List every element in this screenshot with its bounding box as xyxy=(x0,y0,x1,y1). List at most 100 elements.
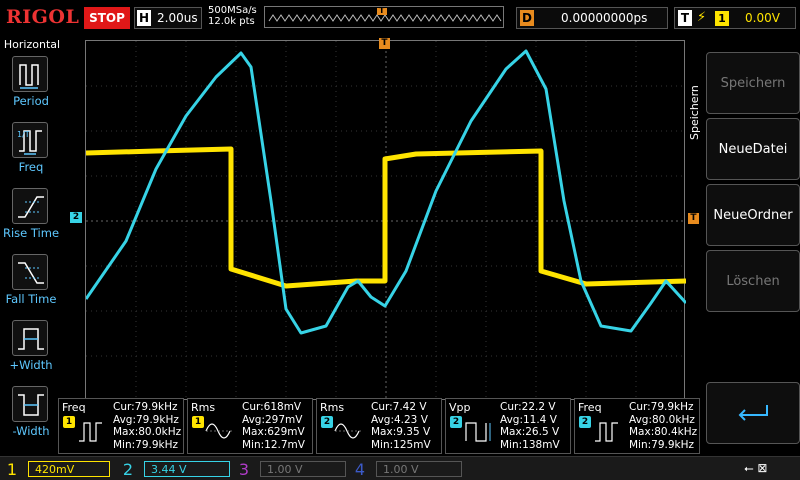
measurement-max: Max:80.0kHz xyxy=(113,426,182,438)
freq-icon xyxy=(595,422,618,442)
measurement-min: Min:125mV xyxy=(371,438,431,451)
measurement-max: Max:26.5 V xyxy=(500,426,560,438)
measurement-avg: Avg:79.9kHz xyxy=(113,413,179,426)
speichern-button[interactable]: Speichern xyxy=(706,52,800,114)
freq-icon: 1/T xyxy=(12,122,48,158)
measurement-card[interactable]: Vpp 2 Cur:22.2 V Avg:11.4 V Max:26.5 V M… xyxy=(445,398,571,454)
delay-key: D xyxy=(520,10,534,26)
horizontal-measure-menu: Horizontal Period 1/T Freq Rise Time Fal… xyxy=(0,36,62,456)
measurement-card[interactable]: Rms 1 Cur:618mV Avg:297mV Max:629mV Min:… xyxy=(187,398,313,454)
right-menu-title: Speichern xyxy=(688,85,701,140)
trigger-position-marker[interactable]: T xyxy=(379,38,390,49)
measure-label-period: Period xyxy=(13,94,49,108)
memory-timeline[interactable]: T xyxy=(264,6,504,28)
measure-item-fall-time[interactable]: Fall Time xyxy=(0,254,62,318)
channel-3-status[interactable]: 3 1.00 V xyxy=(234,459,346,479)
channel-1-number: 1 xyxy=(6,459,18,479)
measurement-values: Cur:79.9kHz Avg:80.0kHz Max:80.4kHz Min:… xyxy=(629,401,697,451)
measurement-max: Max:629mV xyxy=(242,426,305,438)
measurement-cur: Cur:618mV xyxy=(242,401,302,413)
measure-item-freq[interactable]: 1/T Freq xyxy=(0,122,62,186)
save-menu: Speichern Speichern NeueDatei NeueOrdner… xyxy=(688,36,800,456)
memory-depth: 12.0k pts xyxy=(208,16,255,27)
measurement-values: Cur:79.9kHz Avg:79.9kHz Max:80.0kHz Min:… xyxy=(113,401,181,451)
measurement-min: Min:12.7mV xyxy=(242,438,305,451)
measure-item-rise-time[interactable]: Rise Time xyxy=(0,188,62,252)
measurement-values: Cur:618mV Avg:297mV Max:629mV Min:12.7mV xyxy=(242,401,305,451)
measurement-card[interactable]: Freq 2 Cur:79.9kHz Avg:80.0kHz Max:80.4k… xyxy=(574,398,700,454)
acquisition-info: 500MSa/s 12.0k pts xyxy=(208,5,257,27)
rise-time-icon xyxy=(12,188,48,224)
channel-4-status[interactable]: 4 1.00 V xyxy=(350,459,462,479)
measurement-avg: Avg:11.4 V xyxy=(500,413,557,426)
fall-time-icon xyxy=(12,254,48,290)
trigger-source: 1 xyxy=(715,11,729,26)
measure-label-fall-time: Fall Time xyxy=(5,292,57,306)
brand-logo: RIGOL xyxy=(6,6,80,28)
measurement-avg: Avg:80.0kHz xyxy=(629,413,695,426)
measure-label-positive-width: +Width xyxy=(9,358,53,372)
measurement-max: Max:80.4kHz xyxy=(629,426,698,438)
timeline-trigger-marker: T xyxy=(379,6,385,15)
measurement-card[interactable]: Rms 2 Cur:7.42 V Avg:4.23 V Max:9.35 V M… xyxy=(316,398,442,454)
measurement-min: Min:79.9kHz xyxy=(629,438,695,451)
vpp-icon xyxy=(465,422,491,442)
channel-2-scale: 3.44 V xyxy=(144,461,230,477)
trigger-box[interactable]: T ⚡ 1 0.00V xyxy=(674,7,796,29)
period-icon xyxy=(12,56,48,92)
top-status-bar: RIGOL STOP H 2.00us 500MSa/s 12.0k pts T… xyxy=(0,0,800,36)
neue-datei-button[interactable]: NeueDatei xyxy=(706,118,800,180)
return-button[interactable] xyxy=(706,382,800,444)
measure-item-period[interactable]: Period xyxy=(0,56,62,120)
measure-item-negative-width[interactable]: -Width xyxy=(0,386,62,450)
trigger-level: 0.00V xyxy=(745,11,780,25)
timebase-key: H xyxy=(137,10,151,26)
channel-1-status[interactable]: 1 420mV xyxy=(2,459,110,479)
measurement-cur: Cur:79.9kHz xyxy=(113,401,178,413)
channel-3-number: 3 xyxy=(238,459,250,479)
measurement-max: Max:9.35 V xyxy=(371,426,431,438)
measurement-values: Cur:22.2 V Avg:11.4 V Max:26.5 V Min:138… xyxy=(500,401,560,451)
measure-label-freq: Freq xyxy=(18,160,44,174)
memory-waveform-preview xyxy=(268,8,502,22)
measurement-min: Min:138mV xyxy=(500,438,560,451)
ch2-ground-marker[interactable]: 2 xyxy=(70,212,82,223)
measurement-avg: Avg:297mV xyxy=(242,413,303,426)
measurement-values: Cur:7.42 V Avg:4.23 V Max:9.35 V Min:125… xyxy=(371,401,431,451)
trigger-edge-icon: ⚡ xyxy=(697,10,707,25)
waveform-display[interactable] xyxy=(84,40,688,401)
channel-4-scale: 1.00 V xyxy=(376,461,462,477)
waveform-canvas xyxy=(84,41,688,401)
svg-text:1/T: 1/T xyxy=(17,130,30,139)
return-icon xyxy=(738,405,768,421)
measure-label-negative-width: -Width xyxy=(12,424,50,438)
channel-4-number: 4 xyxy=(354,459,366,479)
measure-item-positive-width[interactable]: +Width xyxy=(0,320,62,384)
rms-icon xyxy=(205,423,234,439)
sample-rate: 500MSa/s xyxy=(208,5,257,16)
channel-status-bar: 1 420mV 2 3.44 V 3 1.00 V 4 1.00 V ⭠ ⊠ xyxy=(0,456,800,480)
channel-1-scale: 420mV xyxy=(28,461,110,477)
timebase-box[interactable]: H 2.00us xyxy=(134,7,202,29)
measurement-avg: Avg:4.23 V xyxy=(371,413,428,426)
channel-2-number: 2 xyxy=(122,459,134,479)
trigger-key: T xyxy=(678,10,692,26)
measurement-strip: Freq 1 Cur:79.9kHz Avg:79.9kHz Max:80.0k… xyxy=(58,398,700,454)
measurement-card[interactable]: Freq 1 Cur:79.9kHz Avg:79.9kHz Max:80.0k… xyxy=(58,398,184,454)
delay-value: 0.00000000ps xyxy=(561,11,648,25)
loeschen-button[interactable]: Löschen xyxy=(706,250,800,312)
measurement-cur: Cur:22.2 V xyxy=(500,401,556,413)
delay-box[interactable]: D 0.00000000ps xyxy=(516,7,668,29)
left-menu-title: Horizontal xyxy=(3,38,61,51)
measure-label-rise-time: Rise Time xyxy=(2,226,60,240)
freq-icon xyxy=(79,422,102,442)
rms-icon xyxy=(334,423,363,439)
run-stop-badge[interactable]: STOP xyxy=(84,7,130,29)
usb-mute-icons: ⭠ ⊠ xyxy=(744,461,768,475)
ch1-trace xyxy=(85,146,687,289)
negative-width-icon xyxy=(12,386,48,422)
measurement-cur: Cur:7.42 V xyxy=(371,401,427,413)
measurement-cur: Cur:79.9kHz xyxy=(629,401,694,413)
neue-ordner-button[interactable]: NeueOrdner xyxy=(706,184,800,246)
channel-2-status[interactable]: 2 3.44 V xyxy=(118,459,230,479)
